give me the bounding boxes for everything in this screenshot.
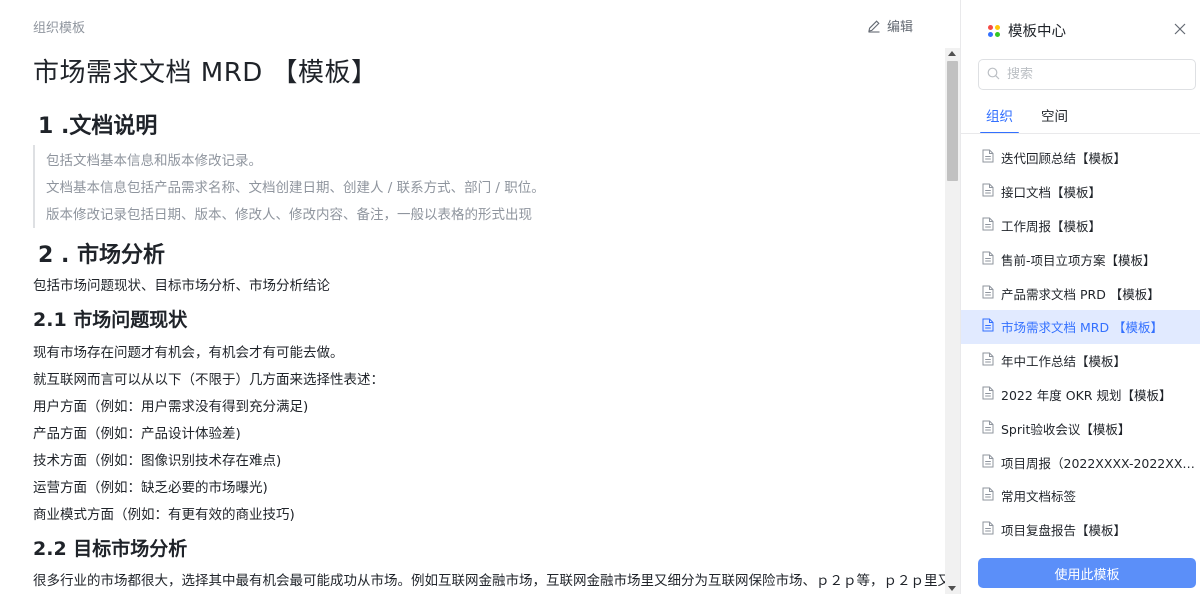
paragraph: 现有市场存在问题才有机会，有机会才有可能去做。 xyxy=(33,345,344,361)
template-list-item[interactable]: 常用文档标签 xyxy=(961,479,1200,513)
template-center-logo-icon xyxy=(988,24,1000,37)
paragraph: 运营方面（例如：缺乏必要的市场曝光) xyxy=(33,480,268,496)
template-list-item[interactable]: 迭代回顾总结【模板】 xyxy=(961,141,1200,175)
template-list-item[interactable]: Sprit验收会议【模板】 xyxy=(961,411,1200,445)
template-list-item-label: 工作周报【模板】 xyxy=(1001,218,1102,234)
tab-space[interactable]: 空间 xyxy=(1033,105,1076,134)
document-icon xyxy=(982,183,994,200)
section-heading-market-analysis: 2 . 市场分析 xyxy=(38,243,165,268)
use-template-button[interactable]: 使用此模板 xyxy=(978,558,1196,588)
template-list-item[interactable]: 接口文档【模板】 xyxy=(961,175,1200,209)
panel-title: 模板中心 xyxy=(1008,24,1066,40)
template-list-item[interactable]: 市场需求文档 MRD 【模板】 xyxy=(961,309,1200,344)
template-list-item-label: 迭代回顾总结【模板】 xyxy=(1001,151,1127,167)
quote-line: 版本修改记录包括日期、版本、修改人、修改内容、备注，一般以表格的形式出现 xyxy=(46,207,532,223)
paragraph: 包括市场问题现状、目标市场分析、市场分析结论 xyxy=(33,278,330,294)
paragraph: 技术方面（例如：图像识别技术存在难点) xyxy=(33,453,282,469)
tab-bar: 组织 空间 xyxy=(978,105,1088,134)
template-center-panel: 模板中心 组织 空间 迭代回顾总结【模板】接口文档【模板】工作周报【模板】售前-… xyxy=(960,0,1200,594)
scrollbar[interactable] xyxy=(945,48,960,594)
scroll-down-arrow-icon[interactable] xyxy=(948,586,956,591)
template-list-item-label: 年中工作总结【模板】 xyxy=(1001,354,1127,370)
document-area: 组织模板 编辑 市场需求文档 MRD 【模板】 1 .文档说明 包括文档基本信息… xyxy=(0,0,945,594)
template-list-item[interactable]: 2022 年度 OKR 规划【模板】 xyxy=(961,378,1200,412)
document-icon xyxy=(982,521,994,538)
paragraph: 用户方面（例如：用户需求没有得到充分满足) xyxy=(33,399,309,415)
document-icon xyxy=(982,454,994,471)
paragraph: 很多行业的市场都很大，选择其中最有机会最可能成功从市场。例如互联网金融市场，互联… xyxy=(33,573,945,589)
template-list-item-label: 市场需求文档 MRD 【模板】 xyxy=(1001,320,1164,336)
close-icon[interactable] xyxy=(1173,21,1187,35)
edit-label: 编辑 xyxy=(887,20,914,35)
breadcrumb[interactable]: 组织模板 xyxy=(33,17,85,36)
paragraph: 产品方面（例如：产品设计体验差) xyxy=(33,426,241,442)
tab-organization[interactable]: 组织 xyxy=(978,105,1021,134)
document-icon xyxy=(982,285,994,302)
document-icon xyxy=(982,386,994,403)
document-icon xyxy=(982,251,994,268)
template-list: 迭代回顾总结【模板】 接口文档【模板】 工作周报【模板】售前-项目立项方案【模板】产… xyxy=(961,141,1200,547)
paragraph: 商业模式方面（例如：有更有效的商业技巧) xyxy=(33,507,295,523)
panel-header: 模板中心 xyxy=(988,20,1066,41)
document-icon xyxy=(982,352,994,369)
edit-button[interactable]: 编辑 xyxy=(867,16,913,35)
template-list-item[interactable]: 项目复盘报告【模板】 xyxy=(961,513,1200,547)
document-icon xyxy=(982,487,994,504)
quote-line: 包括文档基本信息和版本修改记录。 xyxy=(46,153,262,169)
template-list-item-label: 项目周报（2022XXXX-2022XXXX... xyxy=(1001,455,1200,471)
search-input[interactable] xyxy=(1007,67,1177,82)
template-list-item[interactable]: 年中工作总结【模板】 xyxy=(961,344,1200,378)
quote-block: 包括文档基本信息和版本修改记录。 文档基本信息包括产品需求名称、文档创建日期、创… xyxy=(33,145,633,228)
pencil-icon xyxy=(867,19,881,33)
template-list-item[interactable]: 售前-项目立项方案【模板】 xyxy=(961,242,1200,276)
template-list-item[interactable]: 工作周报【模板】 xyxy=(961,209,1200,243)
divider xyxy=(961,133,1200,134)
template-list-item-label: 常用文档标签 xyxy=(1001,489,1077,505)
template-list-item-label: 产品需求文档 PRD 【模板】 xyxy=(1001,286,1160,302)
document-icon xyxy=(982,217,994,234)
template-list-item-label: Sprit验收会议【模板】 xyxy=(1001,421,1131,437)
quote-line: 文档基本信息包括产品需求名称、文档创建日期、创建人 / 联系方式、部门 / 职位… xyxy=(46,180,545,196)
template-list-item-label: 项目复盘报告【模板】 xyxy=(1001,523,1127,539)
template-list-item-label: 接口文档【模板】 xyxy=(1001,185,1102,201)
subsection-heading: 2.2 目标市场分析 xyxy=(33,538,188,560)
search-icon xyxy=(987,65,1000,84)
section-heading-doc-desc: 1 .文档说明 xyxy=(38,114,158,139)
paragraph: 就互联网而言可以从以下（不限于）几方面来选择性表述： xyxy=(33,372,384,388)
scroll-up-arrow-icon[interactable] xyxy=(948,51,956,56)
document-icon xyxy=(982,149,994,166)
document-icon xyxy=(982,318,994,335)
template-list-item[interactable]: 产品需求文档 PRD 【模板】 xyxy=(961,276,1200,310)
search-box[interactable] xyxy=(978,59,1196,90)
page-title: 市场需求文档 MRD 【模板】 xyxy=(33,58,378,88)
template-list-item-label: 售前-项目立项方案【模板】 xyxy=(1001,252,1156,268)
scrollbar-thumb[interactable] xyxy=(947,61,958,181)
template-list-item-label: 2022 年度 OKR 规划【模板】 xyxy=(1001,387,1172,403)
document-icon xyxy=(982,420,994,437)
template-list-item[interactable]: 项目周报（2022XXXX-2022XXXX... xyxy=(961,445,1200,479)
subsection-heading: 2.1 市场问题现状 xyxy=(33,309,188,331)
